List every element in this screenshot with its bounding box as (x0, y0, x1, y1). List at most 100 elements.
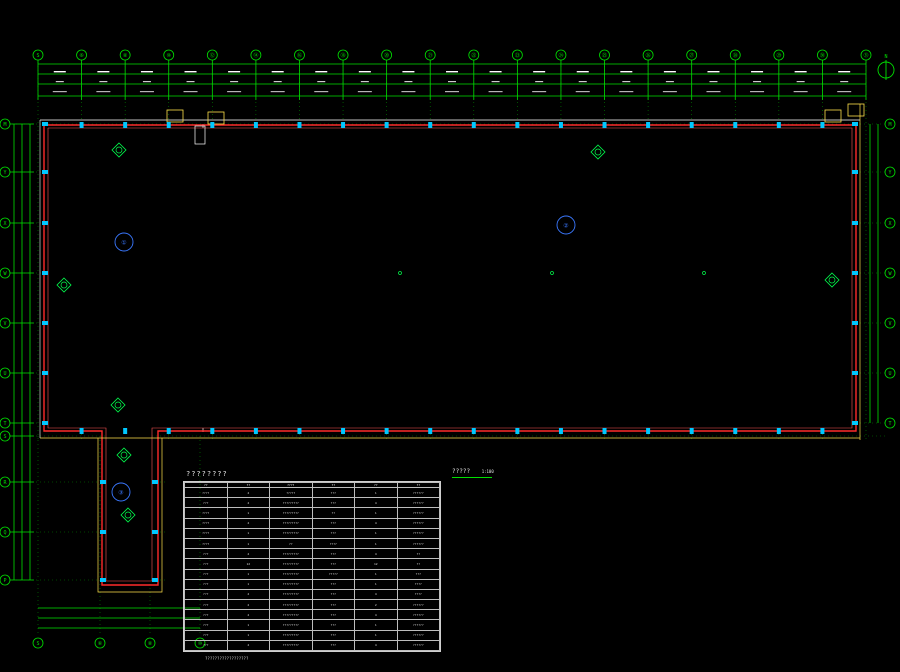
column (852, 221, 858, 225)
table-row: ??? 4???????????? 4???? (184, 588, 440, 601)
table-cell: ?? (396, 558, 440, 570)
column (42, 122, 48, 126)
column (558, 428, 563, 434)
top-axis-label: ㉙ (776, 52, 781, 59)
column (166, 122, 171, 128)
column (428, 122, 433, 128)
top-axis-label: ㉓ (515, 52, 520, 59)
dimension-text (662, 91, 677, 93)
table-cell: ?????? (396, 599, 440, 611)
table-cell: 1 (354, 537, 398, 550)
dimension-text (753, 81, 762, 83)
table-cell: ???? (184, 527, 228, 539)
dimension-text (796, 81, 805, 83)
table-cell: 1 (354, 629, 398, 641)
dimension-text (184, 71, 197, 73)
table-cell: ??? (184, 568, 228, 580)
top-axis-label: ㉖ (646, 52, 651, 59)
dimension-text (488, 91, 503, 93)
table-cell: ?????? (396, 609, 440, 621)
dimension-text (183, 91, 198, 93)
column (42, 421, 48, 425)
table-row: ???? 4???????????? 4?????? (184, 517, 440, 529)
left-axis-label: W (3, 271, 7, 277)
table-cell: 1 (226, 578, 270, 590)
dimension-text (532, 91, 547, 93)
column (253, 122, 258, 128)
dimension-text (270, 91, 285, 93)
dimension-text (186, 81, 195, 83)
dimension-text (665, 81, 674, 83)
table-cell: ??? (184, 599, 228, 611)
dimension-text (445, 91, 459, 93)
table-cell: 4 (226, 497, 270, 509)
dimension-text (575, 91, 590, 93)
dimension-text (751, 71, 764, 73)
table-cell: 1 (226, 629, 270, 641)
column (42, 271, 48, 275)
top-axis-label: ㉕ (602, 52, 607, 59)
column (689, 428, 694, 434)
dimension-text (228, 71, 241, 73)
table-cell: 4 (354, 609, 398, 621)
column (558, 122, 563, 128)
table-cell: ??? (311, 639, 355, 652)
left-axis-label: S (3, 434, 6, 440)
column (297, 428, 302, 434)
plan-title-text: ????? (452, 468, 471, 475)
right-axis-label: T (888, 421, 891, 427)
top-axis-label: ㉔ (558, 52, 563, 59)
column (428, 428, 433, 434)
table-cell: ?? (269, 537, 313, 550)
table-cell: ??? (311, 517, 355, 529)
table-cell: 1 (354, 619, 398, 631)
dimension-text (576, 71, 589, 73)
table-row: ???? 1?????? 1?????? (184, 537, 440, 550)
table-cell: ????? (269, 486, 313, 499)
table-cell: 12 (354, 558, 398, 570)
top-axis-label: ⑭ (253, 52, 258, 59)
dimension-text (96, 91, 111, 93)
table-cell: 1 (226, 527, 270, 539)
building-walls (39, 103, 865, 593)
top-axis-label: ㉘ (733, 52, 738, 59)
north-arrow-label: N (884, 54, 887, 60)
table-cell: ??? (311, 527, 355, 539)
dimension-text (271, 71, 284, 73)
table-cell: ????????? (269, 619, 313, 631)
table-cell: ??? (184, 578, 228, 590)
column (471, 428, 476, 434)
dimension-text (99, 81, 108, 83)
column (689, 122, 694, 128)
top-axis-label: ⑥ (79, 53, 84, 59)
dimension-text (620, 71, 633, 73)
column (123, 122, 128, 128)
table-cell: ???? (396, 588, 440, 601)
column (820, 122, 825, 128)
top-axis-label: ㉗ (689, 52, 694, 59)
table-cell: ??? (311, 629, 355, 641)
dimension-text (358, 71, 371, 73)
column (42, 170, 48, 174)
table-cell: ????????? (269, 588, 313, 601)
table-cell: ????????? (269, 599, 313, 611)
table-cell: ??? (311, 609, 355, 621)
column (646, 428, 651, 434)
table-cell: ??? (184, 639, 228, 652)
table-cell: 4 (226, 548, 270, 560)
table-row: ??? 4???????????? 4?????? (184, 639, 440, 652)
top-axis-label: ㉒ (471, 52, 476, 59)
table-cell: ????????? (269, 578, 313, 590)
column (776, 428, 781, 434)
column (602, 428, 607, 434)
schedule-title: ???????? (186, 470, 228, 478)
cad-drawing-canvas: ① ② ③ S ⑥ ⑧ ⑩ ⑫ ⑭ ⑯ ⑱ ⑳ ㉑ ㉒ ㉓ ㉔ ㉕ ㉖ ㉗ ㉘ ㉙ ㉚ ㉛ M M Y Y X X W W V V U U T T S R… (0, 49, 896, 649)
dimension-text (840, 81, 849, 83)
table-row: ??? 4???????????? 4?? (184, 548, 440, 560)
door (847, 103, 865, 117)
dimension-text (706, 91, 721, 93)
table-cell: ???? (184, 537, 228, 550)
bottom-axis-label: S (36, 641, 39, 647)
column (384, 122, 389, 128)
dimension-text (535, 81, 544, 83)
